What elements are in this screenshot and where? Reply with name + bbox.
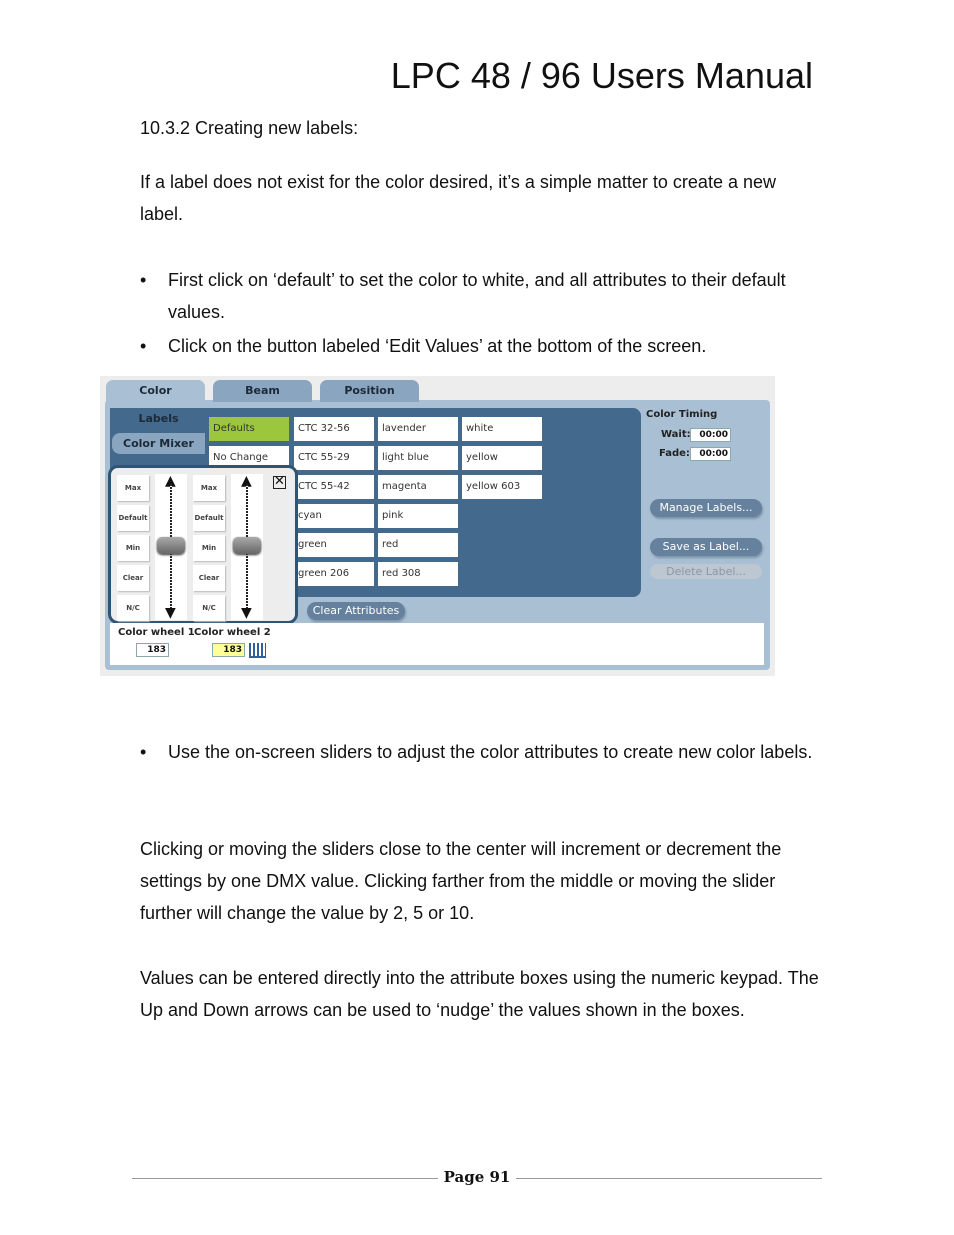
label-cell[interactable]: Defaults: [209, 417, 289, 441]
footer-rule: [516, 1178, 822, 1179]
bullet-item: • First click on ‘default’ to set the col…: [140, 264, 820, 328]
color-wheel-2-input[interactable]: 183: [212, 643, 245, 657]
manual-page: LPC 48 / 96 Users Manual 10.3.2 Creating…: [0, 0, 954, 1235]
clear-attributes-button[interactable]: Clear Attributes: [307, 602, 405, 620]
label-cell[interactable]: red 308: [378, 562, 458, 586]
page-title: LPC 48 / 96 Users Manual: [390, 55, 813, 96]
slider-clear-button[interactable]: Clear: [193, 565, 225, 591]
slider-track[interactable]: ▲ ▼: [231, 474, 263, 620]
manage-labels-button[interactable]: Manage Labels...: [650, 499, 762, 517]
tab-beam[interactable]: Beam: [213, 380, 312, 402]
tab-color[interactable]: Color: [106, 380, 205, 402]
slider-nc-button[interactable]: N/C: [117, 595, 149, 621]
label-cell[interactable]: pink: [378, 504, 458, 528]
label-cell[interactable]: white: [462, 417, 542, 441]
bullet-text: Click on the button labeled ‘Edit Values…: [168, 336, 707, 356]
slider-clear-button[interactable]: Clear: [117, 565, 149, 591]
label-cell[interactable]: yellow: [462, 446, 542, 470]
label-cell[interactable]: light blue: [378, 446, 458, 470]
arrow-down-icon: ▼: [241, 605, 252, 621]
label-cell[interactable]: CTC 32-56: [294, 417, 374, 441]
slider-min-button[interactable]: Min: [193, 535, 225, 561]
intro-paragraph: If a label does not exist for the color …: [140, 172, 776, 224]
arrow-down-icon: ▼: [165, 605, 176, 621]
fade-label: Fade:: [659, 448, 690, 459]
slider-overlay: Max Default Min Clear N/C ▲ ▼ Max Default Min Clea…: [108, 465, 298, 624]
paragraph: Values can be entered directly into the …: [140, 968, 819, 1020]
footer-rule: [132, 1178, 438, 1179]
label-cell[interactable]: green 206: [294, 562, 374, 586]
section-heading: 10.3.2 Creating new labels:: [140, 118, 359, 138]
slider-min-button[interactable]: Min: [117, 535, 149, 561]
tab-position[interactable]: Position: [320, 380, 419, 402]
label-cell[interactable]: lavender: [378, 417, 458, 441]
wait-input[interactable]: 00:00: [690, 428, 731, 442]
slider-default-button[interactable]: Default: [193, 505, 225, 531]
label-cell[interactable]: cyan: [294, 504, 374, 528]
slider-handle[interactable]: [233, 537, 261, 554]
slider-track[interactable]: ▲ ▼: [155, 474, 187, 620]
delete-label-button[interactable]: Delete Label...: [650, 564, 762, 579]
slider-max-button[interactable]: Max: [117, 475, 149, 501]
label-cell[interactable]: CTC 55-29: [294, 446, 374, 470]
attr-label: Color wheel 1: [118, 627, 195, 638]
slider-nc-button[interactable]: N/C: [193, 595, 225, 621]
slider-default-button[interactable]: Default: [117, 505, 149, 531]
labels-button[interactable]: Labels: [112, 409, 205, 428]
save-as-label-button[interactable]: Save as Label...: [650, 538, 762, 556]
slider-handle[interactable]: [157, 537, 185, 554]
color-timing-title: Color Timing: [646, 409, 718, 420]
keypad-icon[interactable]: [249, 643, 266, 658]
label-cell[interactable]: yellow 603: [462, 475, 542, 499]
bullet-item: • Use the on-screen sliders to adjust the…: [140, 736, 820, 768]
page-number: Page 91: [443, 1168, 511, 1186]
fade-input[interactable]: 00:00: [690, 447, 731, 461]
paragraph: Clicking or moving the sliders close to …: [140, 839, 782, 923]
close-box-icon[interactable]: ✕: [273, 475, 286, 489]
color-labels-screenshot: Color Beam Position Labels Color Mixer D…: [100, 376, 775, 676]
color-wheel-1-input[interactable]: 183: [136, 643, 169, 657]
bullet-item: • Click on the button labeled ‘Edit Value…: [140, 330, 820, 362]
label-cell[interactable]: red: [378, 533, 458, 557]
bullet-text: Use the on-screen sliders to adjust the …: [168, 742, 813, 762]
wait-label: Wait:: [661, 429, 691, 440]
bullet-text: First click on ‘default’ to set the colo…: [168, 270, 786, 322]
label-cell[interactable]: green: [294, 533, 374, 557]
slider-max-button[interactable]: Max: [193, 475, 225, 501]
color-mixer-button[interactable]: Color Mixer: [112, 433, 205, 454]
label-cell[interactable]: magenta: [378, 475, 458, 499]
attributes-area: Color wheel 1 Color wheel 2 183 183: [110, 623, 764, 665]
attr-label: Color wheel 2: [194, 627, 271, 638]
label-cell[interactable]: CTC 55-42: [294, 475, 374, 499]
